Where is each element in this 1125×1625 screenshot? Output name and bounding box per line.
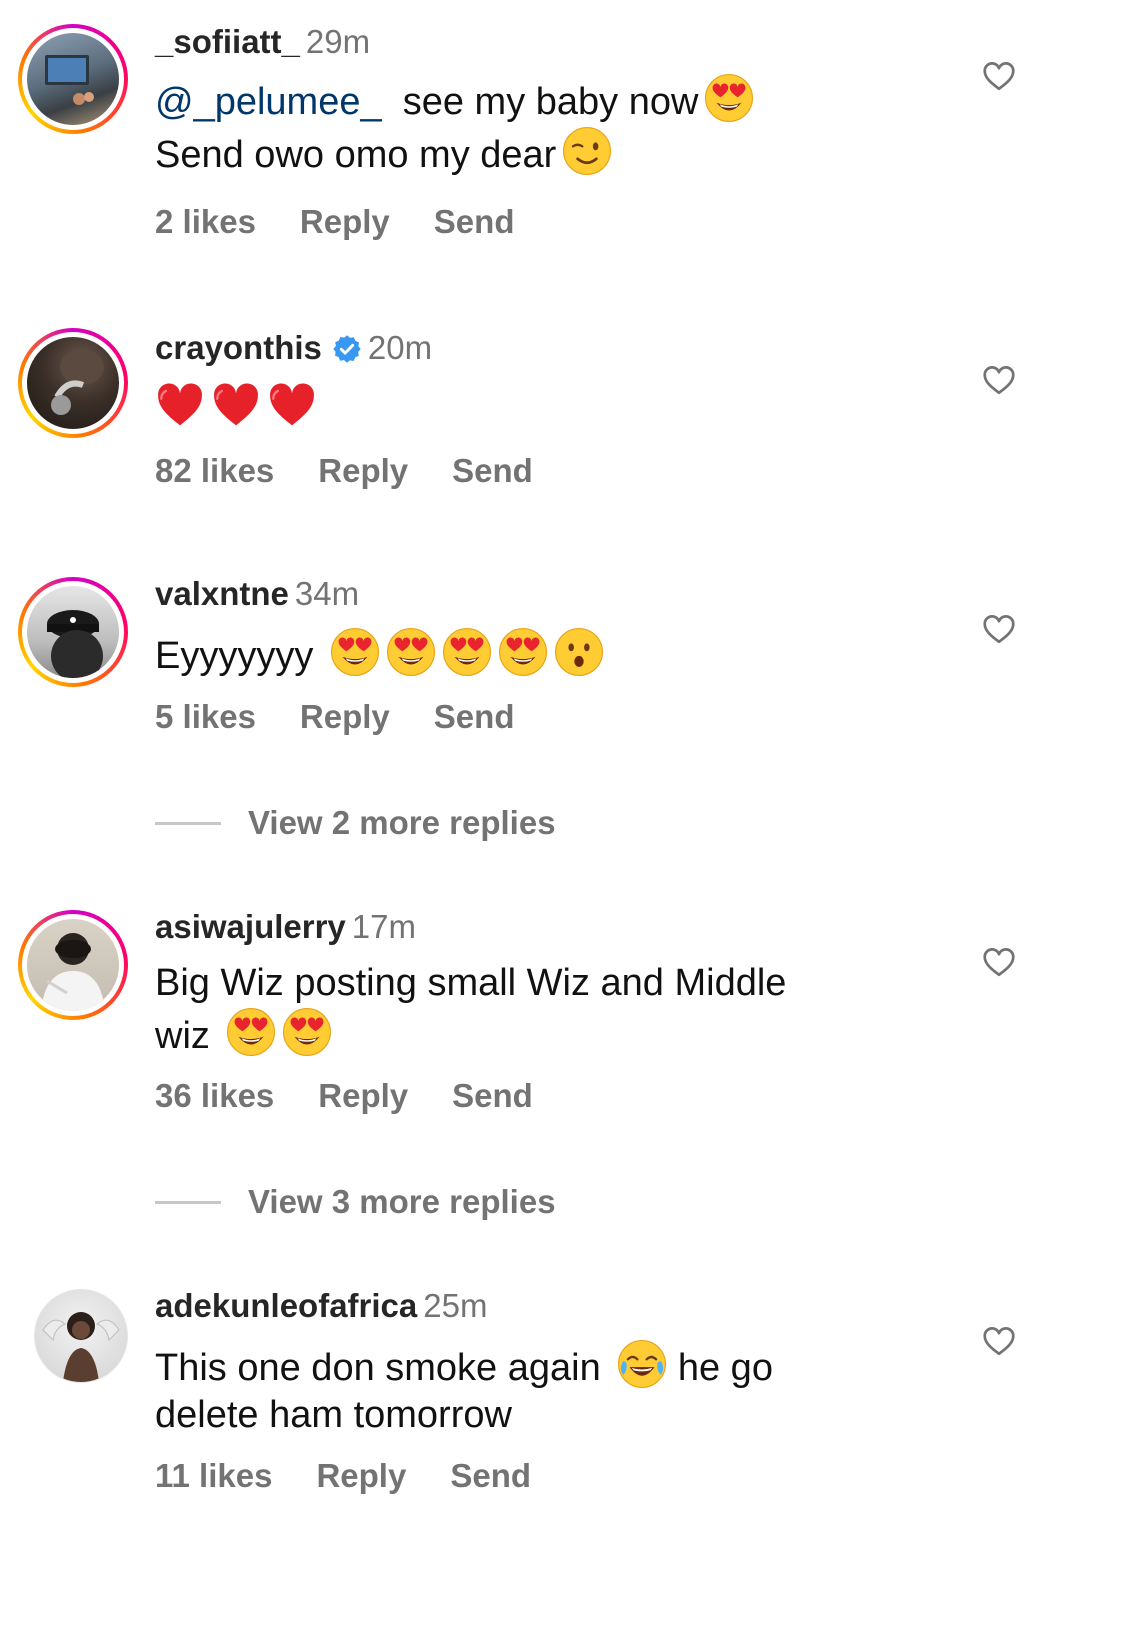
heart-eyes-emoji-icon bbox=[498, 627, 548, 677]
heart-eyes-emoji-icon bbox=[386, 627, 436, 677]
wink-emoji-icon bbox=[562, 126, 612, 176]
like-heart-icon[interactable] bbox=[980, 944, 1018, 980]
timestamp: 29m bbox=[305, 23, 371, 60]
story-ring[interactable] bbox=[18, 328, 128, 438]
comment-text: This one don smoke again he go delete ha… bbox=[155, 1339, 915, 1439]
heart-eyes-emoji-icon bbox=[282, 1007, 332, 1057]
comment-text-line: Big Wiz posting small Wiz and Middle bbox=[155, 962, 787, 1004]
like-heart-icon[interactable] bbox=[980, 1323, 1018, 1359]
red-heart-emoji-icon bbox=[211, 380, 261, 430]
red-heart-emoji-icon bbox=[155, 380, 205, 430]
username[interactable]: asiwajulerry bbox=[155, 908, 346, 945]
likes-count[interactable]: 11 likes bbox=[155, 1456, 272, 1496]
reply-button[interactable]: Reply bbox=[318, 451, 408, 491]
send-button[interactable]: Send bbox=[452, 451, 533, 491]
reply-button[interactable]: Reply bbox=[300, 697, 390, 737]
avatar[interactable] bbox=[27, 919, 119, 1011]
comment-text-line: wiz bbox=[155, 1015, 210, 1057]
avatar[interactable] bbox=[27, 586, 119, 678]
comment-text-line: Eyyyyyyy bbox=[155, 635, 314, 677]
avatar[interactable] bbox=[35, 1290, 127, 1382]
comment-text-line: Send owo omo my dear bbox=[155, 134, 557, 176]
tears-of-joy-emoji-icon bbox=[617, 1339, 667, 1389]
timestamp: 25m bbox=[423, 1287, 488, 1324]
send-button[interactable]: Send bbox=[450, 1456, 531, 1496]
reply-button[interactable]: Reply bbox=[318, 1076, 408, 1116]
username[interactable]: valxntne bbox=[155, 575, 289, 612]
timestamp: 20m bbox=[367, 329, 433, 366]
username[interactable]: adekunleofafrica bbox=[155, 1287, 417, 1324]
avatar[interactable] bbox=[27, 33, 119, 125]
comment-text-line: delete ham tomorrow bbox=[155, 1394, 512, 1436]
send-button[interactable]: Send bbox=[434, 697, 515, 737]
send-button[interactable]: Send bbox=[434, 202, 515, 242]
send-button[interactable]: Send bbox=[452, 1076, 533, 1116]
verified-badge-icon bbox=[333, 335, 361, 363]
like-heart-icon[interactable] bbox=[980, 611, 1018, 647]
heart-eyes-emoji-icon bbox=[330, 627, 380, 677]
timestamp: 17m bbox=[351, 908, 416, 945]
divider-line bbox=[155, 822, 221, 825]
reply-button[interactable]: Reply bbox=[300, 202, 390, 242]
comment-text bbox=[155, 380, 915, 433]
username[interactable]: crayonthis bbox=[155, 329, 322, 366]
comment-text: Big Wiz posting small Wiz and Middle wiz bbox=[155, 960, 915, 1060]
surprised-emoji-icon bbox=[554, 627, 604, 677]
like-heart-icon[interactable] bbox=[980, 362, 1018, 398]
comment-text-line: see my baby now bbox=[402, 81, 699, 123]
heart-eyes-emoji-icon bbox=[442, 627, 492, 677]
mention-link[interactable]: @_pelumee_ bbox=[155, 81, 382, 123]
username[interactable]: _sofiiatt_ bbox=[155, 23, 300, 60]
story-ring[interactable] bbox=[18, 24, 128, 134]
comment-text: Eyyyyyyy bbox=[155, 627, 915, 680]
story-ring[interactable] bbox=[18, 910, 128, 1020]
avatar[interactable] bbox=[27, 337, 119, 429]
likes-count[interactable]: 82 likes bbox=[155, 451, 274, 491]
story-ring[interactable] bbox=[18, 577, 128, 687]
divider-line bbox=[155, 1201, 221, 1204]
view-more-replies-label[interactable]: View 3 more replies bbox=[248, 1182, 556, 1222]
likes-count[interactable]: 2 likes bbox=[155, 202, 256, 242]
like-heart-icon[interactable] bbox=[980, 58, 1018, 94]
reply-button[interactable]: Reply bbox=[316, 1456, 406, 1496]
red-heart-emoji-icon bbox=[267, 380, 317, 430]
timestamp: 34m bbox=[294, 575, 360, 612]
comment-text: @_pelumee_ see my baby now Send owo omo … bbox=[155, 73, 915, 179]
comment-text-line: This one don smoke again bbox=[155, 1347, 601, 1389]
heart-eyes-emoji-icon bbox=[704, 73, 754, 123]
avatar-frame[interactable] bbox=[34, 1289, 128, 1383]
heart-eyes-emoji-icon bbox=[226, 1007, 276, 1057]
view-more-replies-label[interactable]: View 2 more replies bbox=[248, 803, 556, 843]
comment-text-line: he go bbox=[677, 1347, 773, 1389]
likes-count[interactable]: 5 likes bbox=[155, 697, 256, 737]
likes-count[interactable]: 36 likes bbox=[155, 1076, 274, 1116]
